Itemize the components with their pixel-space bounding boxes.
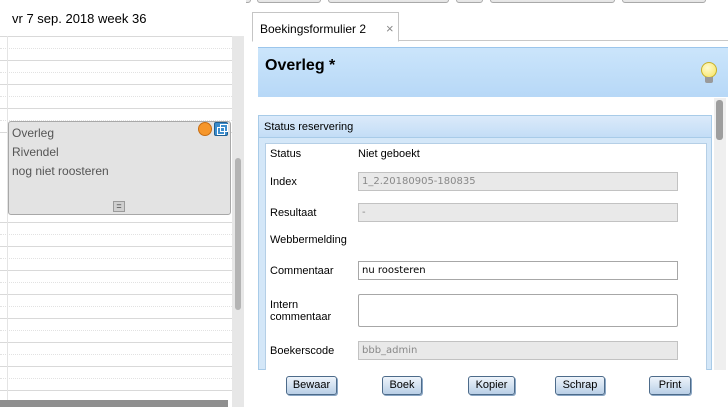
status-label: Status [270, 148, 302, 160]
form-header: Overleg * [258, 47, 728, 97]
toolbar-button-stub-5[interactable] [490, 0, 615, 3]
section-header[interactable]: Status reservering [259, 116, 711, 138]
schrap-button[interactable]: Schrap [555, 376, 605, 395]
boekerscode-label: Boekerscode [270, 345, 335, 357]
resultaat-label: Resultaat [270, 207, 317, 219]
orange-dot-icon [198, 122, 212, 136]
tab-label: Boekingsformulier 2 [260, 22, 367, 36]
commentaar-field[interactable]: nu roosteren [358, 261, 678, 280]
appointment-location: Rivendel [12, 145, 59, 159]
calendar-pane: vr 7 sep. 2018 week 36 Overleg Rivendel … [0, 0, 246, 407]
calendar-date-label: vr 7 sep. 2018 week 36 [12, 11, 147, 26]
toolbar-button-stub-3[interactable] [328, 0, 449, 3]
appointment-title: Overleg [12, 126, 55, 140]
tab-boekingsformulier[interactable]: Boekingsformulier 2 × [252, 12, 399, 42]
intern-commentaar-label-line2: commentaar [270, 311, 332, 323]
open-window-icon[interactable] [214, 122, 228, 136]
webbermelding-label: Webbermelding [270, 234, 347, 246]
status-value: Niet geboekt [358, 148, 420, 160]
boekerscode-field: bbb_admin [358, 341, 678, 360]
index-label: Index [270, 176, 297, 188]
commentaar-label: Commentaar [270, 265, 334, 277]
intern-commentaar-field[interactable] [358, 294, 678, 327]
toolbar-button-stub-2[interactable] [257, 0, 321, 3]
appointment-note: nog niet roosteren [12, 164, 109, 178]
boek-button[interactable]: Boek [382, 376, 422, 395]
page-title: Overleg * [265, 57, 336, 74]
toolbar-button-stub-6[interactable] [622, 0, 706, 3]
lightbulb-icon[interactable] [700, 62, 718, 86]
form-scrollbar-thumb[interactable] [716, 100, 723, 140]
print-button[interactable]: Print [649, 376, 691, 395]
calendar-time-column-divider [7, 36, 8, 400]
intern-commentaar-label-line1: Intern [270, 299, 299, 311]
index-field: 1_2.20180905-180835 [358, 172, 678, 191]
form-vertical-scrollbar[interactable] [714, 98, 726, 370]
calendar-grid[interactable] [0, 36, 232, 400]
tab-bar: Boekingsformulier 2 × [252, 10, 728, 42]
calendar-appointment[interactable]: Overleg Rivendel nog niet roosteren = [8, 121, 231, 215]
toolbar-button-stub-4[interactable] [456, 0, 483, 3]
bewaar-button[interactable]: Bewaar [286, 376, 337, 395]
resultaat-field: - [358, 203, 678, 222]
calendar-scrollbar-thumb[interactable] [235, 158, 241, 310]
section-title: Status reservering [264, 121, 354, 133]
kopier-button[interactable]: Kopier [468, 376, 515, 395]
calendar-vertical-scrollbar[interactable] [232, 36, 244, 407]
appointment-resize-handle[interactable]: = [113, 201, 125, 212]
calendar-horizontal-scrollbar[interactable] [0, 400, 228, 407]
close-icon[interactable]: × [386, 21, 394, 36]
action-bar: Bewaar Boek Kopier Schrap Print [246, 370, 728, 407]
